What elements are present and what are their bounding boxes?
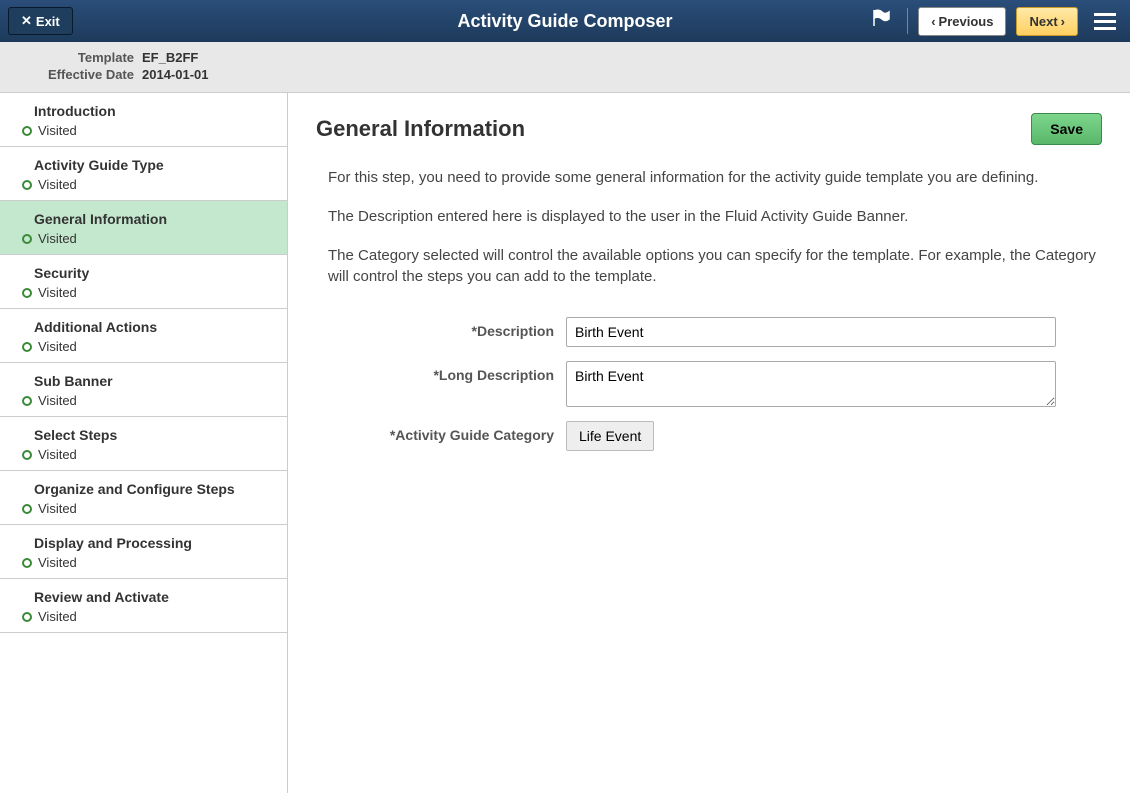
status-text: Visited bbox=[38, 609, 77, 624]
help-text-1: For this step, you need to provide some … bbox=[328, 167, 1102, 188]
step-status: Visited bbox=[14, 609, 273, 624]
info-row-template: Template EF_B2FF bbox=[12, 50, 1118, 65]
status-text: Visited bbox=[38, 123, 77, 138]
form-row-category: *Activity Guide Category Life Event bbox=[316, 421, 1102, 451]
save-button[interactable]: Save bbox=[1031, 113, 1102, 145]
step-title: Organize and Configure Steps bbox=[34, 481, 273, 497]
description-label: *Description bbox=[316, 317, 566, 339]
category-button[interactable]: Life Event bbox=[566, 421, 654, 451]
exit-button[interactable]: ✕ Exit bbox=[8, 7, 73, 35]
content-header: General Information Save bbox=[316, 113, 1102, 145]
menu-icon[interactable] bbox=[1088, 13, 1122, 30]
status-circle-icon bbox=[22, 234, 32, 244]
sidebar-item[interactable]: Select Steps Visited bbox=[0, 417, 287, 471]
effdate-value: 2014-01-01 bbox=[142, 67, 209, 82]
close-icon: ✕ bbox=[21, 13, 32, 29]
info-bar: Template EF_B2FF Effective Date 2014-01-… bbox=[0, 42, 1130, 93]
status-text: Visited bbox=[38, 501, 77, 516]
sidebar-item[interactable]: Security Visited bbox=[0, 255, 287, 309]
next-label: Next bbox=[1029, 14, 1057, 29]
status-text: Visited bbox=[38, 177, 77, 192]
status-text: Visited bbox=[38, 393, 77, 408]
status-circle-icon bbox=[22, 288, 32, 298]
sidebar-item[interactable]: Review and Activate Visited bbox=[0, 579, 287, 633]
longdesc-input[interactable] bbox=[566, 361, 1056, 407]
status-circle-icon bbox=[22, 342, 32, 352]
step-title: Review and Activate bbox=[34, 589, 273, 605]
main-area: Introduction Visited Activity Guide Type Vi… bbox=[0, 93, 1130, 793]
header-right: ‹ Previous Next › bbox=[865, 7, 1122, 36]
status-text: Visited bbox=[38, 555, 77, 570]
chevron-right-icon: › bbox=[1061, 14, 1065, 29]
template-label: Template bbox=[12, 50, 142, 65]
step-title: Display and Processing bbox=[34, 535, 273, 551]
status-text: Visited bbox=[38, 231, 77, 246]
form-row-description: *Description bbox=[316, 317, 1102, 347]
step-status: Visited bbox=[14, 123, 273, 138]
step-status: Visited bbox=[14, 447, 273, 462]
status-circle-icon bbox=[22, 558, 32, 568]
longdesc-label: *Long Description bbox=[316, 361, 566, 383]
step-title: Security bbox=[34, 265, 273, 281]
form-area: *Description *Long Description *Activity… bbox=[316, 317, 1102, 451]
previous-label: Previous bbox=[939, 14, 994, 29]
step-status: Visited bbox=[14, 177, 273, 192]
step-status: Visited bbox=[14, 285, 273, 300]
help-text-3: The Category selected will control the a… bbox=[328, 245, 1102, 287]
step-status: Visited bbox=[14, 501, 273, 516]
step-title: General Information bbox=[34, 211, 273, 227]
previous-button[interactable]: ‹ Previous bbox=[918, 7, 1006, 36]
sidebar-item[interactable]: Additional Actions Visited bbox=[0, 309, 287, 363]
header-title: Activity Guide Composer bbox=[457, 11, 672, 32]
template-value: EF_B2FF bbox=[142, 50, 198, 65]
sidebar-item[interactable]: Introduction Visited bbox=[0, 93, 287, 147]
flag-icon[interactable] bbox=[865, 8, 897, 34]
status-circle-icon bbox=[22, 450, 32, 460]
sidebar-item[interactable]: Activity Guide Type Visited bbox=[0, 147, 287, 201]
description-input[interactable] bbox=[566, 317, 1056, 347]
category-label: *Activity Guide Category bbox=[316, 421, 566, 443]
status-circle-icon bbox=[22, 396, 32, 406]
chevron-left-icon: ‹ bbox=[931, 14, 935, 29]
step-status: Visited bbox=[14, 393, 273, 408]
exit-label: Exit bbox=[36, 14, 60, 29]
divider bbox=[907, 8, 908, 34]
page-title: General Information bbox=[316, 116, 525, 142]
step-title: Introduction bbox=[34, 103, 273, 119]
step-title: Select Steps bbox=[34, 427, 273, 443]
next-button[interactable]: Next › bbox=[1016, 7, 1078, 36]
status-circle-icon bbox=[22, 126, 32, 136]
help-text-2: The Description entered here is displaye… bbox=[328, 206, 1102, 227]
status-text: Visited bbox=[38, 339, 77, 354]
status-text: Visited bbox=[38, 285, 77, 300]
step-status: Visited bbox=[14, 231, 273, 246]
sidebar-item[interactable]: General Information Visited bbox=[0, 201, 287, 255]
step-title: Additional Actions bbox=[34, 319, 273, 335]
header-bar: ✕ Exit Activity Guide Composer ‹ Previou… bbox=[0, 0, 1130, 42]
status-circle-icon bbox=[22, 504, 32, 514]
status-circle-icon bbox=[22, 612, 32, 622]
info-row-effdate: Effective Date 2014-01-01 bbox=[12, 67, 1118, 82]
status-text: Visited bbox=[38, 447, 77, 462]
content: General Information Save For this step, … bbox=[288, 93, 1130, 793]
form-row-longdesc: *Long Description bbox=[316, 361, 1102, 407]
sidebar-item[interactable]: Sub Banner Visited bbox=[0, 363, 287, 417]
step-title: Sub Banner bbox=[34, 373, 273, 389]
sidebar-item[interactable]: Organize and Configure Steps Visited bbox=[0, 471, 287, 525]
sidebar-item[interactable]: Display and Processing Visited bbox=[0, 525, 287, 579]
step-status: Visited bbox=[14, 339, 273, 354]
status-circle-icon bbox=[22, 180, 32, 190]
sidebar: Introduction Visited Activity Guide Type Vi… bbox=[0, 93, 288, 793]
step-status: Visited bbox=[14, 555, 273, 570]
effdate-label: Effective Date bbox=[12, 67, 142, 82]
step-title: Activity Guide Type bbox=[34, 157, 273, 173]
